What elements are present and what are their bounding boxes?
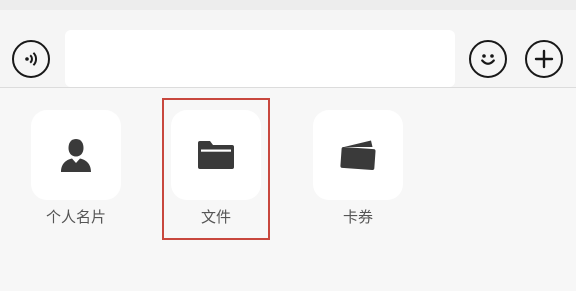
file-tile[interactable]	[171, 110, 261, 200]
file-label: 文件	[200, 208, 231, 226]
chat-input-bar	[0, 10, 576, 88]
file-option[interactable]: 文件	[171, 110, 261, 230]
wallet-card-icon	[340, 140, 376, 171]
folder-icon	[198, 141, 234, 169]
top-strip	[0, 0, 576, 10]
emoji-icon[interactable]	[469, 40, 507, 78]
voice-icon[interactable]	[12, 40, 50, 78]
contact-card-option[interactable]: 个人名片	[31, 110, 121, 230]
more-options-panel: 个人名片 文件 卡券	[0, 88, 576, 291]
contact-card-icon	[61, 139, 91, 172]
coupon-tile[interactable]	[313, 110, 403, 200]
plus-icon[interactable]	[525, 40, 563, 78]
contact-card-tile[interactable]	[31, 110, 121, 200]
coupon-label: 卡券	[342, 208, 373, 226]
coupon-option[interactable]: 卡券	[313, 110, 403, 230]
contact-card-label: 个人名片	[45, 208, 106, 226]
message-input[interactable]	[65, 30, 455, 87]
